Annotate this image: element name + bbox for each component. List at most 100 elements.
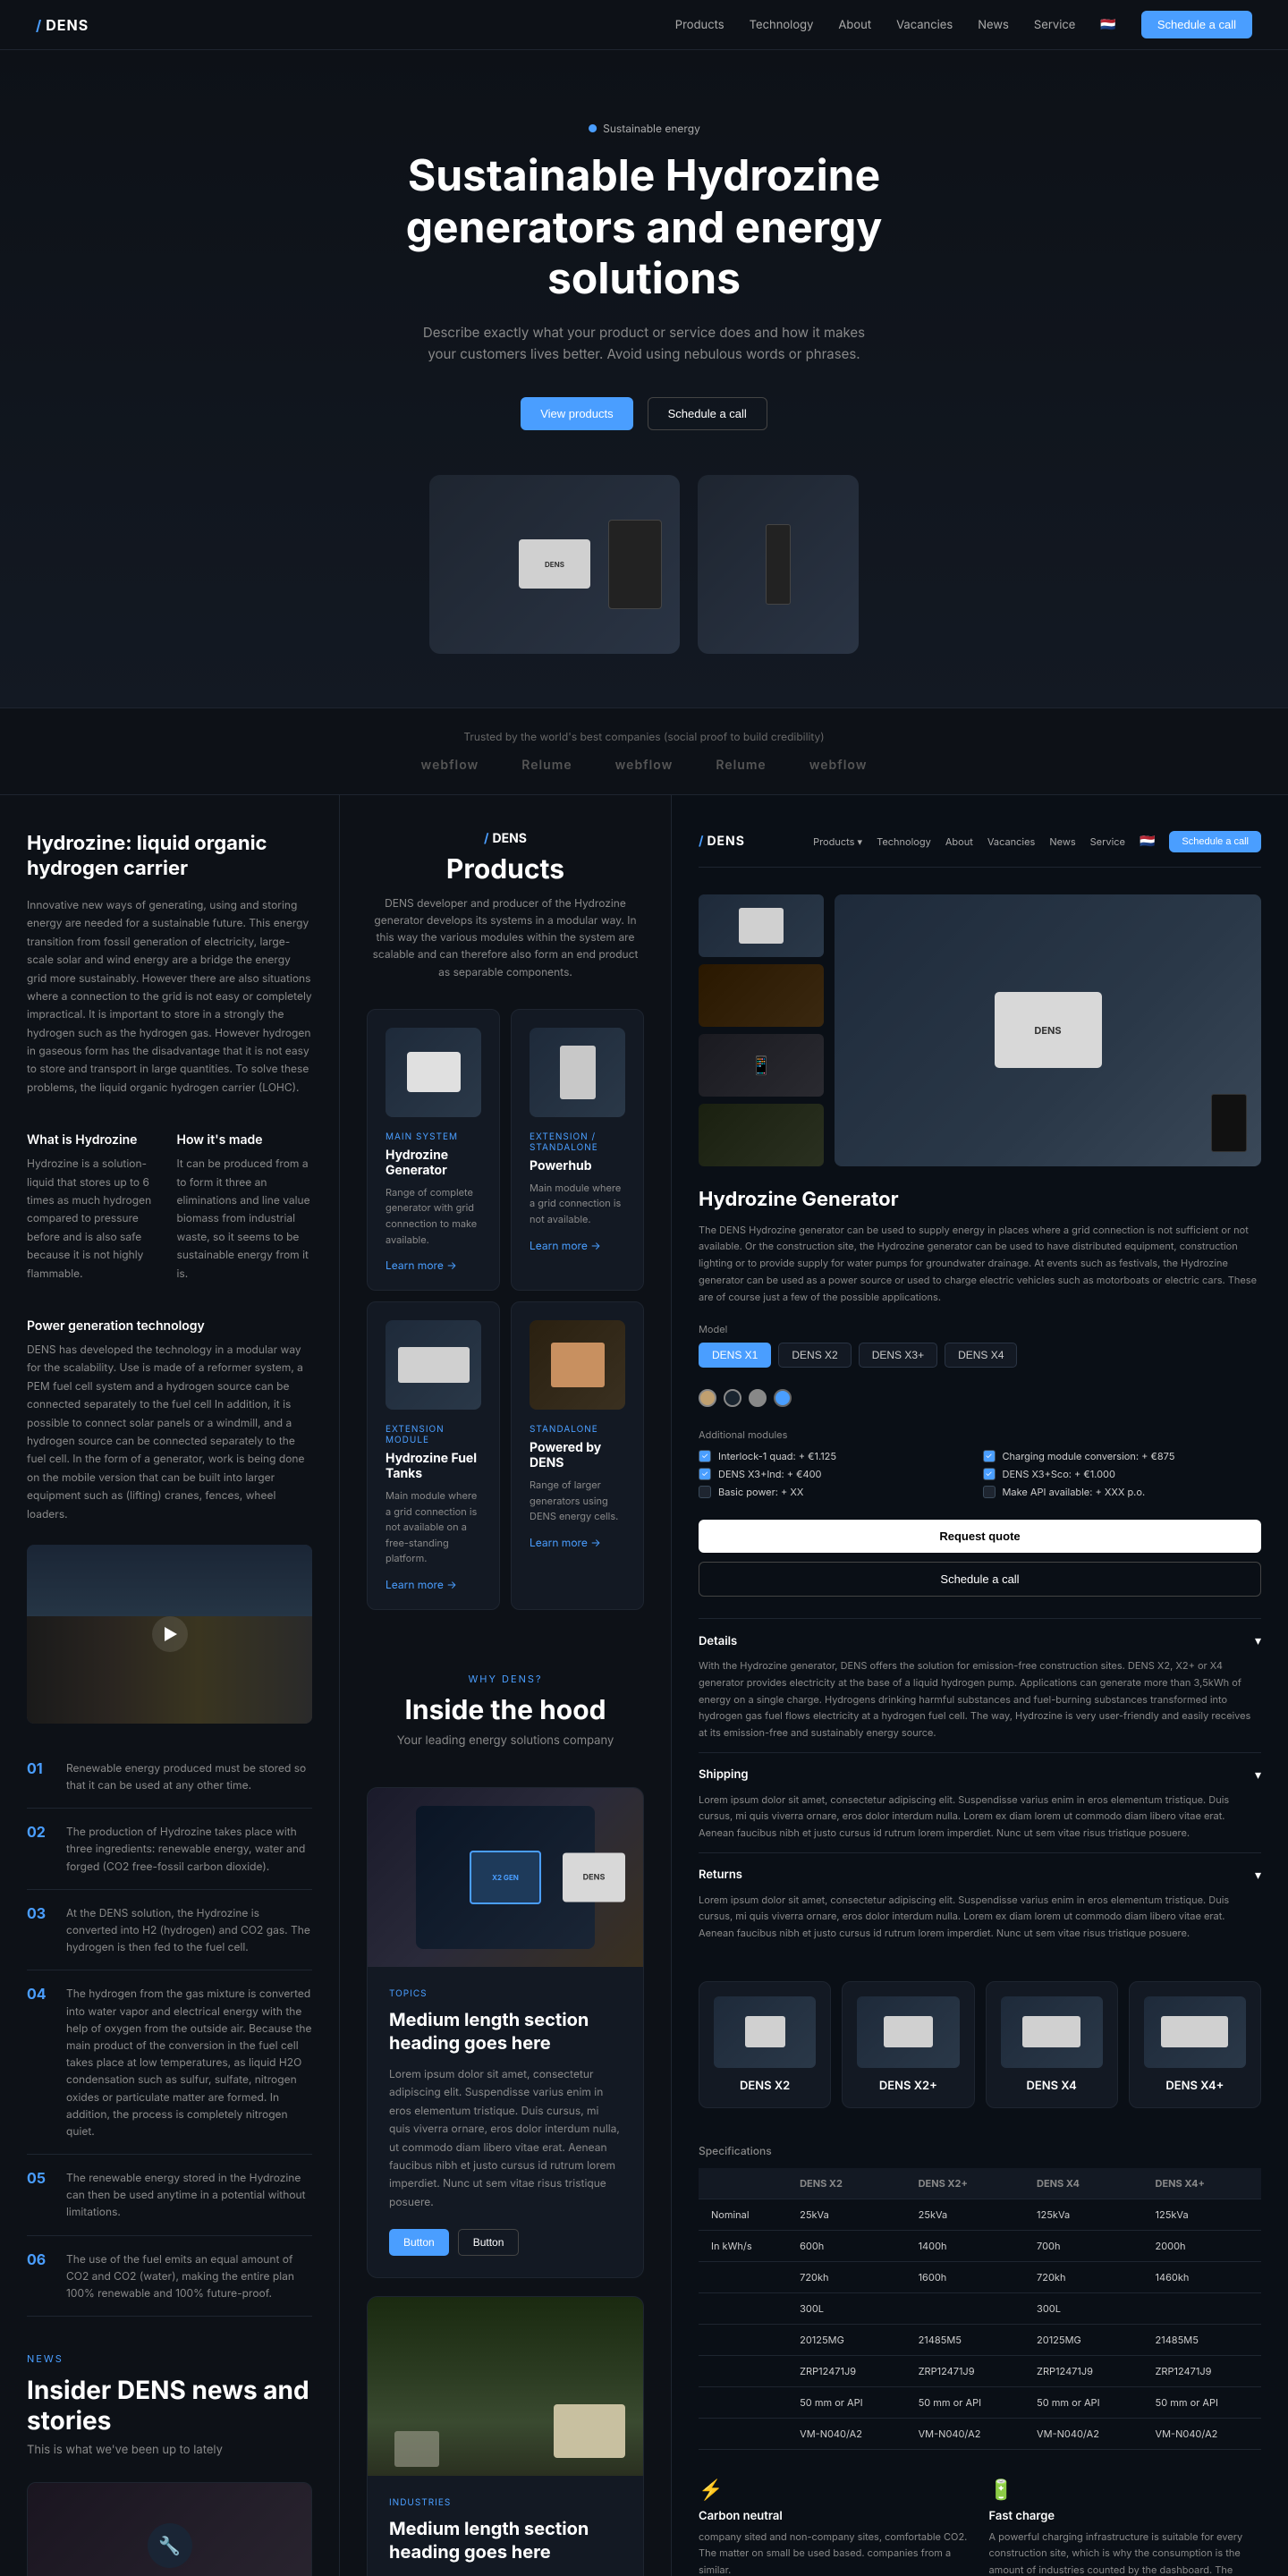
model-btn-x1[interactable]: DENS X1 [699, 1343, 771, 1368]
nav-link-news[interactable]: News [978, 18, 1009, 32]
spec-val-6-0: ZRP12471J9 [787, 2355, 905, 2386]
nav-link-technology[interactable]: Technology [750, 18, 814, 32]
right-nav-service[interactable]: Service [1090, 835, 1125, 848]
spec-val-7-3: 50 mm or API [1143, 2386, 1261, 2418]
product-card-tag-1: Main system [386, 1131, 481, 1142]
right-nav-tech[interactable]: Technology [877, 835, 931, 848]
request-quote-button[interactable]: Request quote [699, 1520, 1261, 1553]
trusted-label: Trusted by the world's best companies (s… [36, 730, 1252, 743]
right-nav-links: Products ▾ Technology About Vacancies Ne… [813, 831, 1261, 852]
right-nav-cta[interactable]: Schedule a call [1169, 831, 1261, 852]
product-learn-more-1[interactable]: Learn more → [386, 1258, 481, 1272]
model-btn-x4[interactable]: DENS X4 [945, 1343, 1017, 1368]
item-text-6: The use of the fuel emits an equal amoun… [66, 2250, 312, 2302]
product-learn-more-3[interactable]: Learn more → [386, 1578, 481, 1591]
right-nav-about[interactable]: About [945, 835, 973, 848]
col-center-content: / DENS Products DENS developer and produ… [340, 795, 671, 2576]
module-label-6: Make API available: + XXX p.o. [1003, 1486, 1146, 1498]
nav-link-about[interactable]: About [838, 18, 871, 32]
products-logo-text: DENS [492, 831, 526, 846]
item-number-4: 04 [27, 1985, 52, 2140]
article-card-1: X2 GEN DENS Topics Medium length section… [367, 1787, 644, 2278]
module-checkbox-2[interactable]: ✓ [983, 1450, 996, 1462]
swatch-blue[interactable] [774, 1389, 792, 1407]
swatch-dark[interactable] [724, 1389, 741, 1407]
spec-val-7-0: 50 mm or API [787, 2386, 905, 2418]
returns-heading: Returns [699, 1868, 742, 1882]
details-accordion-header[interactable]: Details ▾ [699, 1633, 1261, 1648]
right-nav-vacancies[interactable]: Vacancies [987, 835, 1035, 848]
shipping-accordion-header[interactable]: Shipping ▾ [699, 1767, 1261, 1783]
item-text-2: The production of Hydrozine takes place … [66, 1823, 312, 1875]
logo[interactable]: / DENS [36, 16, 89, 34]
module-checkbox-5[interactable] [699, 1486, 711, 1498]
hero-product-image-secondary [698, 475, 859, 654]
specs-th-x2plus: DENS X2+ [906, 2168, 1024, 2199]
module-3: ✓ DENS X3+Ind: + €400 [699, 1468, 978, 1480]
schedule-call-button[interactable]: Schedule a call [699, 1562, 1261, 1597]
module-checkbox-3[interactable]: ✓ [699, 1468, 711, 1480]
module-checkbox-6[interactable] [983, 1486, 996, 1498]
spec-val-5-0: 20125MG [787, 2324, 905, 2355]
item-text-4: The hydrogen from the gas mixture is con… [66, 1985, 312, 2140]
returns-section: Returns ▾ Lorem ipsum dolor sit amet, co… [699, 1852, 1261, 1942]
nav-link-service[interactable]: Service [1034, 18, 1075, 32]
model-btn-x3[interactable]: DENS X3+ [859, 1343, 937, 1368]
spec-label-8 [699, 2418, 787, 2449]
right-nav-flag[interactable]: 🇳🇱 [1140, 834, 1155, 849]
module-label-2: Charging module conversion: + €875 [1003, 1450, 1175, 1462]
product-img-box-2 [560, 1046, 596, 1099]
specs-label: Specifications [699, 2144, 1261, 2157]
article-cta-secondary-1[interactable]: Button [458, 2229, 520, 2256]
product-learn-more-4[interactable]: Learn more → [530, 1536, 625, 1549]
right-nav-products[interactable]: Products ▾ [813, 835, 862, 848]
swatch-grey[interactable] [749, 1389, 767, 1407]
module-checkbox-4[interactable]: ✓ [983, 1468, 996, 1480]
carbon-text-2: A powerful charging infrastructure is su… [989, 2529, 1262, 2576]
hero-view-products-button[interactable]: View products [521, 397, 632, 430]
generator-action-buttons: Request quote Schedule a call [699, 1520, 1261, 1597]
right-nav-news[interactable]: News [1049, 835, 1075, 848]
module-2: ✓ Charging module conversion: + €875 [983, 1450, 1262, 1462]
play-button[interactable] [152, 1616, 188, 1652]
spec-val-2-2: 700h [1024, 2230, 1142, 2261]
spec-row-3: 720kh 1600h 720kh 1460kh [699, 2261, 1261, 2292]
returns-accordion-header[interactable]: Returns ▾ [699, 1868, 1261, 1883]
variant-2: DENS X2+ [842, 1981, 974, 2108]
generator-main-image: DENS [835, 894, 1261, 1166]
spec-val-1-1: 25kVa [906, 2199, 1024, 2230]
gen-thumb-3[interactable]: 📱 [699, 1034, 824, 1097]
item-number-6: 06 [27, 2250, 52, 2302]
article-tag-2: Industries [389, 2497, 622, 2508]
article-cta-primary-1[interactable]: Button [389, 2229, 449, 2256]
language-flag[interactable]: 🇳🇱 [1100, 17, 1115, 32]
news-cards-list: 🔧 Unlisted 5 min read Blog title heading… [27, 2482, 312, 2576]
spec-label-6 [699, 2355, 787, 2386]
logo-text: DENS [46, 16, 89, 34]
nav-link-vacancies[interactable]: Vacancies [896, 18, 953, 32]
gen-thumb-2[interactable] [699, 964, 824, 1027]
module-1: ✓ Interlock-1 quad: + €1.125 [699, 1450, 978, 1462]
gen-thumb-4[interactable] [699, 1104, 824, 1166]
gen-thumb-1[interactable] [699, 894, 824, 957]
spec-val-1-0: 25kVa [787, 2199, 905, 2230]
inside-hood-tag: Why DENS? [367, 1673, 644, 1685]
article-buttons-1: Button Button [389, 2229, 622, 2256]
module-checkbox-1[interactable]: ✓ [699, 1450, 711, 1462]
spec-row-6: ZRP12471J9 ZRP12471J9 ZRP12471J9 ZRP1247… [699, 2355, 1261, 2386]
nav-link-products[interactable]: Products [675, 18, 724, 32]
variant-name-2: DENS X2+ [857, 2079, 959, 2093]
spec-row-1: Nominal 25kVa 25kVa 125kVa 125kVa [699, 2199, 1261, 2230]
hero-schedule-button[interactable]: Schedule a call [648, 397, 767, 430]
product-learn-more-2[interactable]: Learn more → [530, 1239, 625, 1252]
spec-val-7-2: 50 mm or API [1024, 2386, 1142, 2418]
variant-img-1 [714, 1996, 816, 2068]
article-title-2: Medium length section heading goes here [389, 2517, 622, 2563]
play-icon [165, 1627, 177, 1641]
products-logo: / DENS [367, 831, 644, 846]
hero-buttons: View products Schedule a call [36, 397, 1252, 430]
swatch-tan[interactable] [699, 1389, 716, 1407]
news-card-1: 🔧 Unlisted 5 min read Blog title heading… [27, 2482, 312, 2576]
nav-cta-button[interactable]: Schedule a call [1141, 11, 1252, 38]
model-btn-x2[interactable]: DENS X2 [778, 1343, 851, 1368]
